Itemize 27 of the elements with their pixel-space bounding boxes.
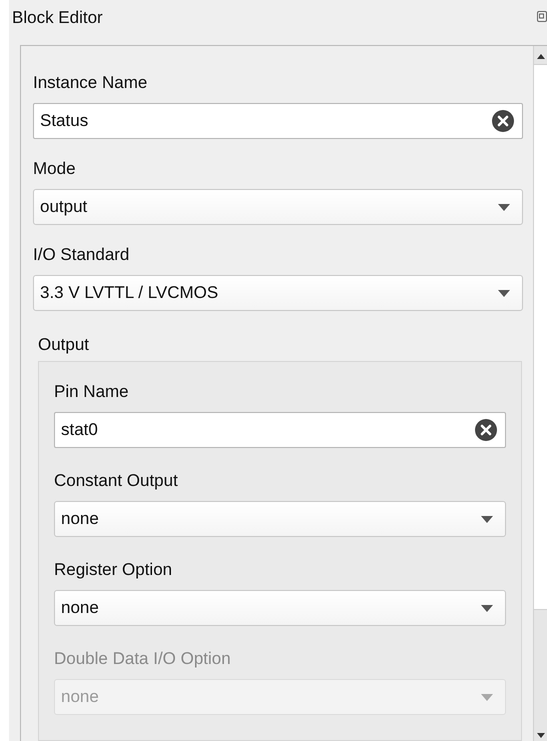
caret-icon	[481, 604, 493, 612]
clear-icon[interactable]	[492, 110, 514, 132]
caret-icon	[481, 516, 493, 522]
dropdown[interactable]: none	[54, 590, 506, 626]
caret-icon	[498, 290, 510, 296]
dropdown[interactable]: output	[33, 189, 523, 225]
text-field[interactable]: stat0	[54, 412, 506, 448]
dropdown[interactable]: none	[54, 501, 506, 537]
field-label: Instance Name	[33, 72, 148, 94]
panel-title: Block Editor	[12, 6, 104, 28]
caret-icon	[498, 204, 510, 210]
field-label: Double Data I/O Option	[54, 648, 232, 670]
caret-icon	[481, 694, 493, 700]
field-label: Constant Output	[54, 470, 179, 492]
dropdown[interactable]: 3.3 V LVTTL / LVCMOS	[33, 275, 523, 311]
float-window-icon[interactable]	[537, 11, 547, 22]
group-title: Output	[38, 334, 90, 356]
scroll-up-icon[interactable]	[537, 54, 545, 59]
clear-icon[interactable]	[475, 419, 497, 441]
field-label: Mode	[33, 158, 77, 180]
field-label: Register Option	[54, 559, 174, 581]
field-label: Pin Name	[54, 381, 130, 403]
scrollbar[interactable]	[533, 46, 547, 741]
scroll-down-icon[interactable]	[537, 733, 545, 738]
scroll-thumb[interactable]	[534, 64, 547, 610]
text-field[interactable]: Status	[33, 103, 523, 139]
field-label: I/O Standard	[33, 244, 130, 266]
